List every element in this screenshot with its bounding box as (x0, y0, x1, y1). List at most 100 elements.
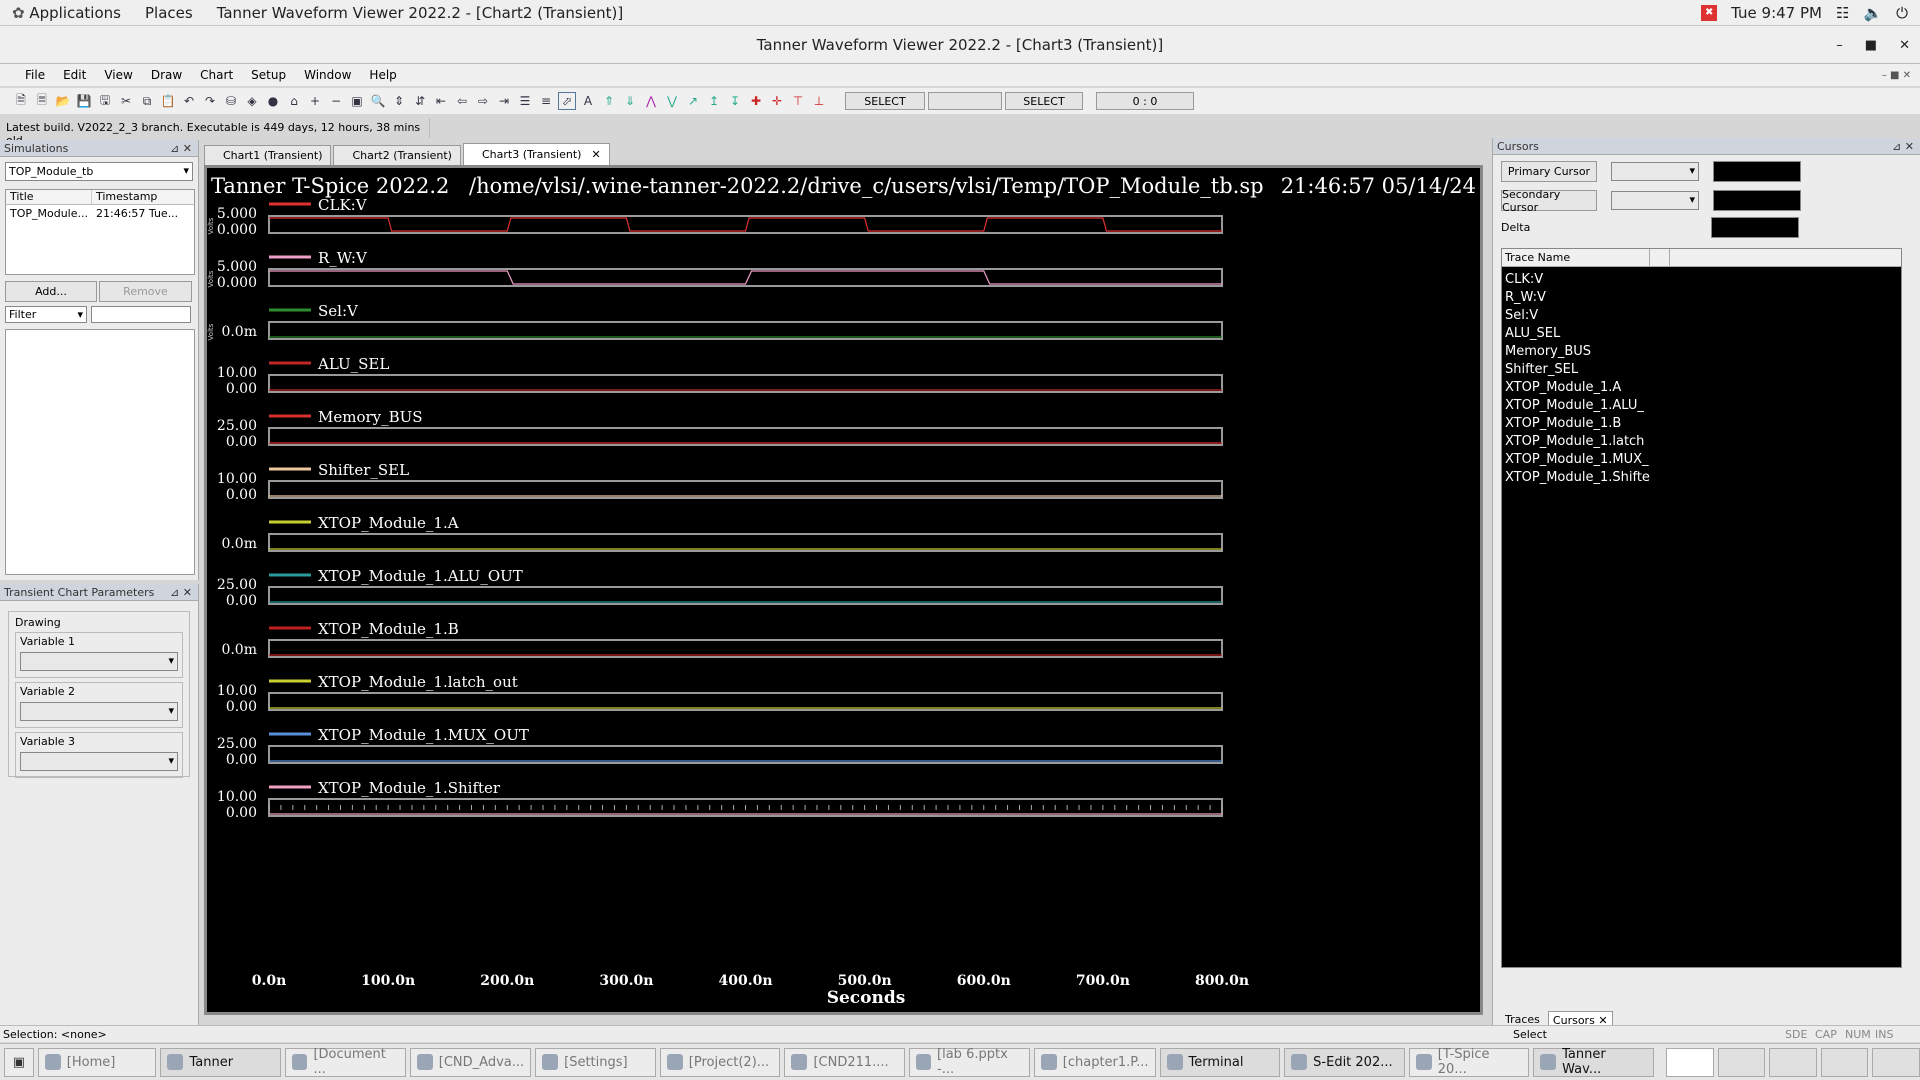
zoom-out-icon[interactable]: − (327, 92, 345, 110)
valley-icon[interactable]: ⋁ (663, 92, 681, 110)
trace-list-item[interactable]: CLK:V (1505, 271, 1898, 289)
taskbar-item[interactable]: [Home] (37, 1047, 157, 1077)
taskbar-item[interactable]: [T-Spice 20... (1408, 1047, 1530, 1077)
menu-view[interactable]: View (95, 68, 141, 82)
secondary-cursor-select[interactable] (1611, 191, 1699, 210)
expand-y-icon[interactable]: ⇕ (390, 92, 408, 110)
menu-edit[interactable]: Edit (54, 68, 95, 82)
pin-close-icon[interactable]: ⊿ ✕ (170, 586, 198, 599)
menu-file[interactable]: File (16, 68, 54, 82)
taskbar-item[interactable]: [CND211.... (784, 1047, 906, 1077)
compress-y-icon[interactable]: ⇵ (411, 92, 429, 110)
last-icon[interactable]: ⇥ (495, 92, 513, 110)
mdi-controls[interactable]: – ■ ✕ (1873, 70, 1920, 81)
tab-chart1[interactable]: Chart1 (Transient) (204, 145, 332, 165)
menu-chart[interactable]: Chart (191, 68, 242, 82)
fall-edge-icon[interactable]: ↧ (726, 92, 744, 110)
cut-icon[interactable]: ✂ (117, 92, 135, 110)
variable3-select[interactable] (20, 752, 178, 771)
trace-list-item[interactable]: XTOP_Module_1.latch (1505, 433, 1898, 451)
taskbar-item[interactable]: [Document ... (285, 1047, 406, 1077)
undo-icon[interactable]: ↶ (180, 92, 198, 110)
close-tab-icon[interactable]: ✕ (591, 148, 600, 161)
zoom-box-icon[interactable]: 🔍 (369, 92, 387, 110)
cursor-rise-icon[interactable]: ⇑ (600, 92, 618, 110)
cursor-fall-icon[interactable]: ⇓ (621, 92, 639, 110)
network-icon[interactable]: ☷ (1836, 4, 1849, 22)
taskbar-item[interactable]: [Project(2)... (659, 1047, 781, 1077)
copy-icon[interactable]: ⧉ (138, 92, 156, 110)
taskbar-item[interactable]: S-Edit 202... (1284, 1047, 1405, 1077)
workspace-switcher[interactable] (1666, 1047, 1714, 1077)
cross2-icon[interactable]: ✛ (768, 92, 786, 110)
taskbar-item[interactable]: [Settings] (535, 1047, 656, 1077)
taskbar-item[interactable]: Terminal (1159, 1047, 1281, 1077)
workspace-switcher[interactable] (1872, 1047, 1920, 1077)
waveform-chart[interactable]: Tanner T-Spice 2022.2 /home/vlsi/.wine-t… (204, 165, 1483, 1015)
trace-list-item[interactable]: XTOP_Module_1.A (1505, 379, 1898, 397)
save-icon[interactable]: 💾 (75, 92, 93, 110)
variable1-select[interactable] (20, 652, 178, 671)
workspace-switcher[interactable] (1769, 1047, 1817, 1077)
trace-list-item[interactable]: XTOP_Module_1.MUX_ (1505, 451, 1898, 469)
primary-cursor-select[interactable] (1611, 162, 1699, 181)
close-icon[interactable]: ✕ (1899, 38, 1910, 53)
taskbar-item[interactable]: Tanner (160, 1047, 282, 1077)
peak-icon[interactable]: ⋀ (642, 92, 660, 110)
stack-icon[interactable]: ☰ (516, 92, 534, 110)
trace-list-item[interactable]: ALU_SEL (1505, 325, 1898, 343)
rise-edge-icon[interactable]: ↥ (705, 92, 723, 110)
record-icon[interactable]: ● (264, 92, 282, 110)
filter-select[interactable]: Filter (5, 306, 87, 323)
add-button[interactable]: Add... (5, 281, 97, 302)
trace-list-item[interactable]: Shifter_SEL (1505, 361, 1898, 379)
applications-menu[interactable]: ✿ Applications (0, 4, 133, 22)
notification-icon[interactable]: ✖ (1701, 4, 1718, 21)
simulation-select[interactable]: TOP_Module_tb (5, 162, 193, 181)
table-row[interactable]: TOP_Module... 21:46:57 Tue... (6, 205, 194, 221)
col-title[interactable]: Title (6, 190, 92, 204)
min-icon[interactable]: ⊥ (810, 92, 828, 110)
pin-close-icon[interactable]: ⊿ ✕ (170, 142, 198, 155)
pointer-icon[interactable]: ⬀ (558, 92, 576, 110)
taskbar-item[interactable]: [CND_Adva... (409, 1047, 532, 1077)
first-icon[interactable]: ⇤ (432, 92, 450, 110)
variable2-select[interactable] (20, 702, 178, 721)
filter-input[interactable] (91, 306, 191, 323)
volume-icon[interactable]: 🔈 (1863, 4, 1882, 22)
trace-list-item[interactable]: XTOP_Module_1.ALU_ (1505, 397, 1898, 415)
database-icon[interactable]: ⛁ (222, 92, 240, 110)
overlay-icon[interactable]: ≡ (537, 92, 555, 110)
taskbar-item[interactable]: [chapter1.P... (1033, 1047, 1156, 1077)
trace-col-2[interactable] (1650, 249, 1670, 266)
clock[interactable]: Tue 9:47 PM (1731, 4, 1822, 22)
menu-draw[interactable]: Draw (142, 68, 191, 82)
tab-chart3[interactable]: Chart3 (Transient) ✕ (462, 143, 610, 165)
menu-window[interactable]: Window (295, 68, 360, 82)
new-chart-icon[interactable]: 🗏 (33, 92, 51, 110)
remove-button[interactable]: Remove (99, 281, 192, 302)
redo-icon[interactable]: ↷ (201, 92, 219, 110)
zoom-fit-icon[interactable]: ▣ (348, 92, 366, 110)
taskbar-item[interactable]: [lab 6.pptx -... (909, 1047, 1030, 1077)
col-timestamp[interactable]: Timestamp (92, 190, 157, 204)
trace-list-item[interactable]: Memory_BUS (1505, 343, 1898, 361)
max-icon[interactable]: ⊤ (789, 92, 807, 110)
new-icon[interactable]: 🗎 (12, 92, 30, 110)
paste-icon[interactable]: 📋 (159, 92, 177, 110)
trace-list-item[interactable]: XTOP_Module_1.B (1505, 415, 1898, 433)
trace-list-item[interactable]: R_W:V (1505, 289, 1898, 307)
trace-list-item[interactable]: XTOP_Module_1.Shifte (1505, 469, 1898, 487)
show-desktop-button[interactable]: ▣ (4, 1047, 34, 1077)
menu-help[interactable]: Help (360, 68, 405, 82)
trace-list-item[interactable]: Sel:V (1505, 307, 1898, 325)
pin-close-icon[interactable]: ⊿ ✕ (1892, 140, 1920, 153)
maximize-icon[interactable]: ■ (1865, 38, 1877, 53)
layers-icon[interactable]: ◈ (243, 92, 261, 110)
cross-icon[interactable]: ✚ (747, 92, 765, 110)
primary-cursor-button[interactable]: Primary Cursor (1501, 161, 1597, 182)
power-icon[interactable]: ⏻ (1896, 4, 1908, 22)
minimize-icon[interactable]: – (1836, 38, 1843, 53)
slope-icon[interactable]: ↗ (684, 92, 702, 110)
secondary-cursor-button[interactable]: Secondary Cursor (1501, 188, 1597, 214)
